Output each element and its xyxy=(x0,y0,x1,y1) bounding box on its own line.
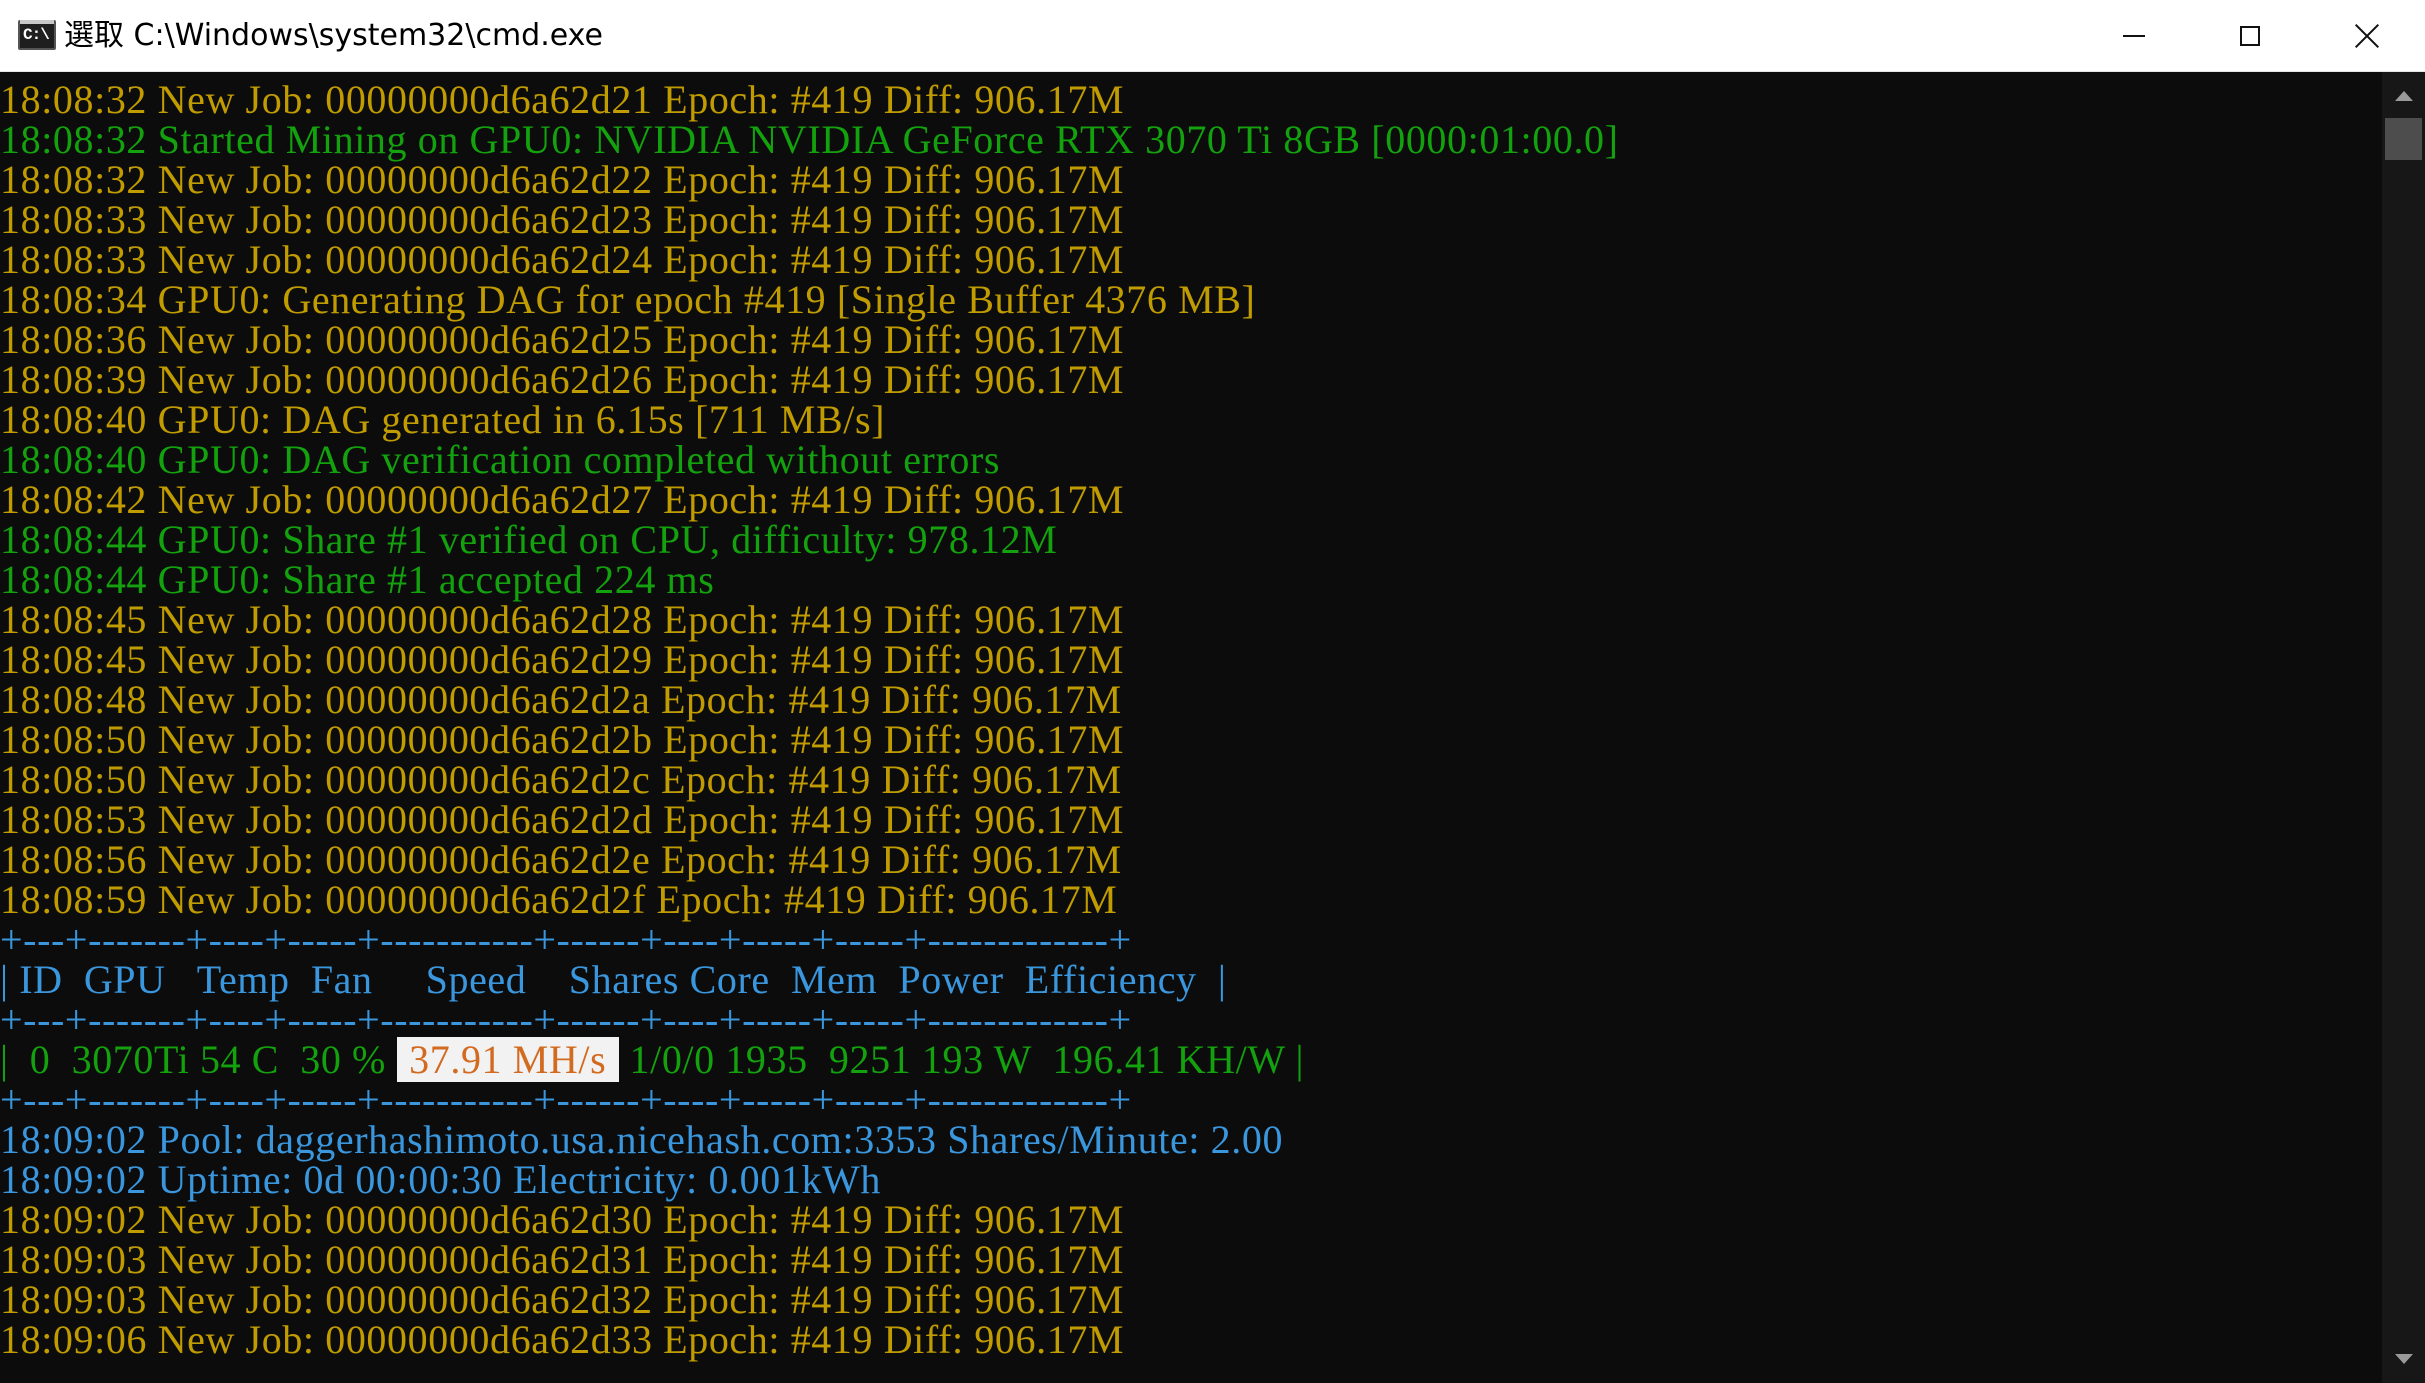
log-line: 18:08:39 New Job: 00000000d6a62d26 Epoch… xyxy=(0,357,1125,402)
cmd-icon-label: C:\ xyxy=(23,26,50,44)
log-line: 18:08:45 New Job: 00000000d6a62d28 Epoch… xyxy=(0,597,1125,642)
log-before-table: 18:08:32 New Job: 00000000d6a62d21 Epoch… xyxy=(0,80,2382,920)
cmd-app-icon[interactable]: C:\ xyxy=(18,20,56,50)
maximize-button[interactable] xyxy=(2192,0,2308,72)
log-line: 18:09:03 New Job: 00000000d6a62d31 Epoch… xyxy=(0,1237,1125,1282)
log-line: 18:08:56 New Job: 00000000d6a62d2e Epoch… xyxy=(0,837,1122,882)
log-line: 18:08:59 New Job: 00000000d6a62d2f Epoch… xyxy=(0,877,1118,922)
log-line: 18:08:34 GPU0: Generating DAG for epoch … xyxy=(0,277,1256,322)
table-border-middle: +---+-------+----+-----+-----------+----… xyxy=(0,997,1132,1042)
log-line: 18:09:03 New Job: 00000000d6a62d32 Epoch… xyxy=(0,1277,1125,1322)
close-button[interactable] xyxy=(2309,0,2425,72)
arrow-up-icon xyxy=(2394,91,2413,101)
log-line: 18:08:44 GPU0: Share #1 accepted 224 ms xyxy=(0,557,715,602)
log-line: 18:09:02 Pool: daggerhashimoto.usa.niceh… xyxy=(0,1117,1284,1162)
maximize-icon xyxy=(2240,26,2260,46)
table-border-bottom: +---+-------+----+-----+-----------+----… xyxy=(0,1077,1132,1122)
log-line: 18:08:48 New Job: 00000000d6a62d2a Epoch… xyxy=(0,677,1122,722)
log-line: 18:08:44 GPU0: Share #1 verified on CPU,… xyxy=(0,517,1058,562)
log-line: 18:08:40 GPU0: DAG generated in 6.15s [7… xyxy=(0,397,886,442)
log-line: 18:08:42 New Job: 00000000d6a62d27 Epoch… xyxy=(0,477,1125,522)
log-line: 18:08:32 Started Mining on GPU0: NVIDIA … xyxy=(0,117,1619,162)
log-line: 18:08:32 New Job: 00000000d6a62d22 Epoch… xyxy=(0,157,1125,202)
arrow-down-icon xyxy=(2394,1354,2413,1364)
scroll-down-button[interactable] xyxy=(2382,1339,2425,1379)
log-line: 18:08:32 New Job: 00000000d6a62d21 Epoch… xyxy=(0,77,1125,122)
log-line: 18:08:50 New Job: 00000000d6a62d2b Epoch… xyxy=(0,717,1125,762)
log-line: 18:09:06 New Job: 00000000d6a62d33 Epoch… xyxy=(0,1317,1125,1362)
log-line: 18:08:33 New Job: 00000000d6a62d23 Epoch… xyxy=(0,197,1125,242)
log-line: 18:08:50 New Job: 00000000d6a62d2c Epoch… xyxy=(0,757,1122,802)
speed-highlight: 37.91 MH/s xyxy=(396,1037,619,1082)
window-title: 選取 C:\Windows\system32\cmd.exe xyxy=(64,18,603,53)
cmd-window: C:\ 選取 C:\Windows\system32\cmd.exe 18:08… xyxy=(0,0,2425,1383)
minimize-icon xyxy=(2123,35,2145,37)
close-icon xyxy=(2354,23,2380,49)
table-row-gpu0: | 0 3070Ti 54 C 30 % 37.91 MH/s 1/0/0 19… xyxy=(0,1037,2382,1082)
log-line: 18:09:02 Uptime: 0d 00:00:30 Electricity… xyxy=(0,1157,881,1202)
log-after-table: 18:09:02 Pool: daggerhashimoto.usa.niceh… xyxy=(0,1120,2382,1360)
log-line: 18:08:36 New Job: 00000000d6a62d25 Epoch… xyxy=(0,317,1125,362)
scroll-up-button[interactable] xyxy=(2382,76,2425,116)
vertical-scrollbar[interactable] xyxy=(2382,72,2425,1383)
log-line: 18:08:40 GPU0: DAG verification complete… xyxy=(0,437,1001,482)
log-line: 18:09:02 New Job: 00000000d6a62d30 Epoch… xyxy=(0,1197,1125,1242)
scroll-thumb[interactable] xyxy=(2385,118,2422,160)
table-row-gpu-stats: | 0 3070Ti 54 C 30 % xyxy=(0,1037,397,1082)
table-header: | ID GPU Temp Fan Speed Shares Core Mem … xyxy=(0,957,1227,1002)
log-line: 18:08:53 New Job: 00000000d6a62d2d Epoch… xyxy=(0,797,1125,842)
title-bar[interactable]: C:\ 選取 C:\Windows\system32\cmd.exe xyxy=(0,0,2425,72)
log-line: 18:08:45 New Job: 00000000d6a62d29 Epoch… xyxy=(0,637,1125,682)
table-row-share-stats: 1/0/0 1935 9251 193 W 196.41 KH/W | xyxy=(618,1037,1305,1082)
log-line: 18:08:33 New Job: 00000000d6a62d24 Epoch… xyxy=(0,237,1125,282)
console-output[interactable]: 18:08:32 New Job: 00000000d6a62d21 Epoch… xyxy=(0,72,2382,1383)
minimize-button[interactable] xyxy=(2076,0,2192,72)
table-border-top: +---+-------+----+-----+-----------+----… xyxy=(0,917,1132,962)
